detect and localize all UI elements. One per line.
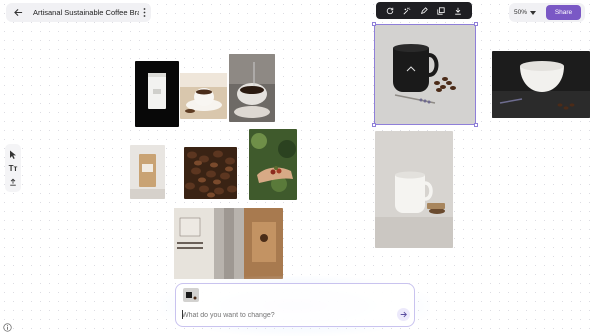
duplicate-icon bbox=[437, 6, 445, 15]
back-button[interactable] bbox=[9, 4, 27, 22]
edit-icon bbox=[420, 6, 428, 14]
upload-button[interactable] bbox=[7, 176, 19, 188]
prompt-input[interactable] bbox=[182, 309, 387, 321]
resize-handle[interactable] bbox=[474, 123, 478, 127]
edit-button[interactable] bbox=[418, 5, 430, 17]
select-tool-button[interactable] bbox=[7, 148, 19, 160]
variations-button[interactable] bbox=[401, 5, 413, 17]
prompt-reference-thumbnail[interactable] bbox=[183, 288, 199, 302]
refresh-icon bbox=[387, 7, 394, 14]
duplicate-button[interactable] bbox=[435, 5, 447, 17]
project-header: Artisanal Sustainable Coffee Bra bbox=[6, 3, 151, 22]
chevron-down-icon bbox=[530, 10, 537, 15]
select-tool-icon bbox=[10, 150, 16, 159]
arrow-left-icon bbox=[13, 8, 22, 17]
text-caret bbox=[182, 310, 183, 319]
download-button[interactable] bbox=[452, 5, 464, 17]
selection-frame[interactable] bbox=[372, 22, 478, 127]
hand-holding-coffee-cherries-image[interactable] bbox=[249, 129, 297, 200]
resize-handle[interactable] bbox=[372, 22, 376, 26]
resize-handle[interactable] bbox=[372, 123, 376, 127]
share-button[interactable]: Share bbox=[546, 5, 581, 20]
tool-rail: Tт bbox=[5, 144, 21, 192]
zoom-level: 50% bbox=[514, 9, 528, 16]
download-icon bbox=[454, 7, 461, 15]
zoom-dropdown[interactable]: 50% bbox=[514, 6, 537, 19]
arrow-right-icon bbox=[400, 311, 407, 318]
coffee-packaging-collage-image[interactable] bbox=[174, 208, 283, 279]
magic-variations-icon bbox=[403, 7, 411, 14]
text-tool-icon: Tт bbox=[8, 163, 18, 173]
black-mug-with-beans-image[interactable] bbox=[375, 25, 475, 124]
kebab-menu-icon bbox=[143, 8, 145, 17]
coffee-bag-black-background-image[interactable] bbox=[135, 61, 179, 127]
pour-over-coffee-image[interactable] bbox=[229, 54, 275, 122]
info-icon[interactable] bbox=[3, 323, 12, 332]
white-mug-with-bag-image[interactable] bbox=[375, 131, 453, 248]
upload-icon bbox=[10, 178, 16, 186]
regenerate-button[interactable] bbox=[384, 5, 396, 17]
white-bowl-dark-background-image[interactable] bbox=[492, 51, 590, 118]
kebab-menu-button[interactable] bbox=[139, 4, 149, 22]
coffee-bag-on-table-image[interactable] bbox=[130, 145, 165, 199]
text-tool-button[interactable]: Tт bbox=[7, 162, 19, 174]
coffee-cup-on-saucer-image[interactable] bbox=[180, 73, 227, 119]
send-button[interactable] bbox=[397, 308, 410, 321]
coffee-beans-image[interactable] bbox=[184, 147, 237, 199]
resize-handle[interactable] bbox=[474, 22, 478, 26]
image-toolbar bbox=[376, 2, 472, 19]
project-title[interactable]: Artisanal Sustainable Coffee Bra bbox=[33, 8, 139, 17]
